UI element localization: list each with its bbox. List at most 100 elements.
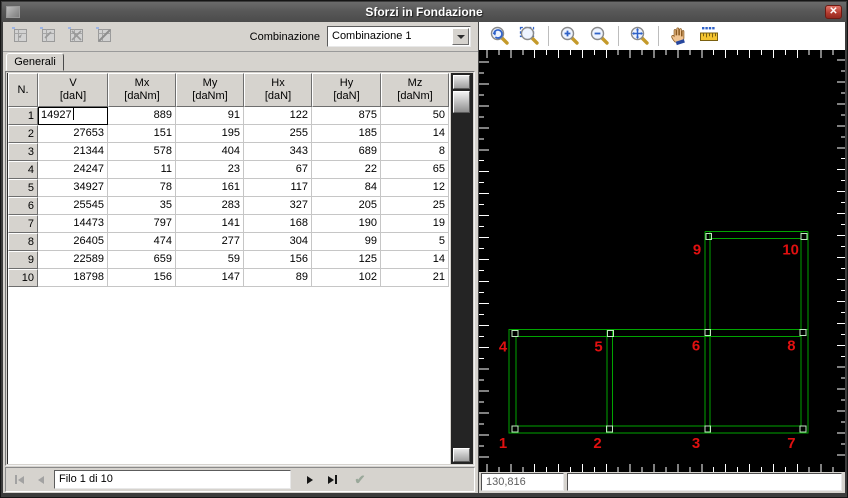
- table-cell[interactable]: 35: [108, 197, 176, 215]
- table-cell[interactable]: 14473: [38, 215, 108, 233]
- table-cell[interactable]: 99: [312, 233, 381, 251]
- tab-generali[interactable]: Generali: [6, 53, 64, 71]
- fill-values-button[interactable]: [63, 25, 88, 49]
- table-cell[interactable]: 59: [176, 251, 244, 269]
- table-cell[interactable]: 147: [176, 269, 244, 287]
- scrollbar-up-button[interactable]: [453, 75, 470, 89]
- pan-button[interactable]: [666, 24, 691, 48]
- node-marker[interactable]: [800, 329, 806, 335]
- table-cell[interactable]: 102: [312, 269, 381, 287]
- copy-values-button[interactable]: [7, 25, 32, 49]
- table-cell[interactable]: 21: [381, 269, 449, 287]
- table-cell[interactable]: 277: [176, 233, 244, 251]
- table-cell[interactable]: 12: [381, 179, 449, 197]
- row-header[interactable]: 2: [8, 125, 38, 143]
- zoom-previous-button[interactable]: [486, 24, 511, 48]
- table-cell[interactable]: 5: [381, 233, 449, 251]
- row-header[interactable]: 10: [8, 269, 38, 287]
- zoom-extents-button[interactable]: [626, 24, 651, 48]
- row-header[interactable]: 8: [8, 233, 38, 251]
- combo-dropdown-button[interactable]: [452, 28, 469, 45]
- table-cell[interactable]: 89: [244, 269, 312, 287]
- table-cell[interactable]: 122: [244, 107, 312, 125]
- column-header-my[interactable]: My[daNm]: [176, 73, 244, 107]
- paste-values-button[interactable]: [35, 25, 60, 49]
- commit-button[interactable]: ✔: [349, 471, 371, 489]
- table-cell[interactable]: 156: [244, 251, 312, 269]
- table-cell[interactable]: 19: [381, 215, 449, 233]
- table-cell[interactable]: 689: [312, 143, 381, 161]
- next-record-button[interactable]: [299, 471, 321, 489]
- table-cell[interactable]: 21344: [38, 143, 108, 161]
- record-indicator[interactable]: Filo 1 di 10: [54, 470, 291, 489]
- scrollbar-thumb[interactable]: [453, 91, 470, 113]
- first-record-button[interactable]: [8, 471, 30, 489]
- row-header[interactable]: 6: [8, 197, 38, 215]
- table-cell[interactable]: 255: [244, 125, 312, 143]
- column-header-v[interactable]: V[daN]: [38, 73, 108, 107]
- node-marker[interactable]: [801, 234, 807, 240]
- table-cell[interactable]: 889: [108, 107, 176, 125]
- table-cell[interactable]: 151: [108, 125, 176, 143]
- table-cell[interactable]: 23: [176, 161, 244, 179]
- scrollbar-down-button[interactable]: [453, 448, 470, 462]
- node-marker[interactable]: [512, 426, 518, 432]
- close-button[interactable]: ✕: [825, 5, 842, 19]
- table-cell[interactable]: 190: [312, 215, 381, 233]
- column-header-hy[interactable]: Hy[daN]: [312, 73, 381, 107]
- table-cell[interactable]: 14: [381, 251, 449, 269]
- table-cell[interactable]: 304: [244, 233, 312, 251]
- table-cell[interactable]: 474: [108, 233, 176, 251]
- table-scrollbar[interactable]: [451, 73, 473, 464]
- row-header[interactable]: 1: [8, 107, 38, 125]
- combination-select[interactable]: Combinazione 1: [327, 26, 471, 47]
- table-cell[interactable]: 797: [108, 215, 176, 233]
- table-cell[interactable]: 65: [381, 161, 449, 179]
- table-cell[interactable]: 14927: [38, 107, 108, 125]
- table-cell[interactable]: 195: [176, 125, 244, 143]
- table-cell[interactable]: 327: [244, 197, 312, 215]
- table-cell[interactable]: 578: [108, 143, 176, 161]
- row-header[interactable]: 3: [8, 143, 38, 161]
- table-cell[interactable]: 18798: [38, 269, 108, 287]
- zoom-window-button[interactable]: [516, 24, 541, 48]
- table-cell[interactable]: 24247: [38, 161, 108, 179]
- table-cell[interactable]: 34927: [38, 179, 108, 197]
- table-cell[interactable]: 27653: [38, 125, 108, 143]
- table-cell[interactable]: 168: [244, 215, 312, 233]
- table-cell[interactable]: 22589: [38, 251, 108, 269]
- table-cell[interactable]: 283: [176, 197, 244, 215]
- column-header-hx[interactable]: Hx[daN]: [244, 73, 312, 107]
- column-header-n[interactable]: N.: [8, 73, 38, 107]
- table-cell[interactable]: 875: [312, 107, 381, 125]
- table-cell[interactable]: 161: [176, 179, 244, 197]
- measure-button[interactable]: [696, 24, 721, 48]
- row-header[interactable]: 9: [8, 251, 38, 269]
- table-cell[interactable]: 11: [108, 161, 176, 179]
- table-cell[interactable]: 156: [108, 269, 176, 287]
- row-header[interactable]: 4: [8, 161, 38, 179]
- table-cell[interactable]: 26405: [38, 233, 108, 251]
- column-header-mz[interactable]: Mz[daNm]: [381, 73, 449, 107]
- table-cell[interactable]: 14: [381, 125, 449, 143]
- table-cell[interactable]: 50: [381, 107, 449, 125]
- row-header[interactable]: 5: [8, 179, 38, 197]
- table-cell[interactable]: 84: [312, 179, 381, 197]
- table-cell[interactable]: 67: [244, 161, 312, 179]
- table-cell[interactable]: 185: [312, 125, 381, 143]
- table-cell[interactable]: 91: [176, 107, 244, 125]
- table-cell[interactable]: 25545: [38, 197, 108, 215]
- table-cell[interactable]: 659: [108, 251, 176, 269]
- table-cell[interactable]: 78: [108, 179, 176, 197]
- cad-canvas[interactable]: 12374568910: [479, 50, 845, 472]
- table-cell[interactable]: 117: [244, 179, 312, 197]
- table-cell[interactable]: 22: [312, 161, 381, 179]
- table-cell[interactable]: 125: [312, 251, 381, 269]
- zoom-in-button[interactable]: [556, 24, 581, 48]
- column-header-mx[interactable]: Mx[daNm]: [108, 73, 176, 107]
- previous-record-button[interactable]: [30, 471, 52, 489]
- last-record-button[interactable]: [321, 471, 343, 489]
- table-cell[interactable]: 205: [312, 197, 381, 215]
- table-cell[interactable]: 141: [176, 215, 244, 233]
- row-header[interactable]: 7: [8, 215, 38, 233]
